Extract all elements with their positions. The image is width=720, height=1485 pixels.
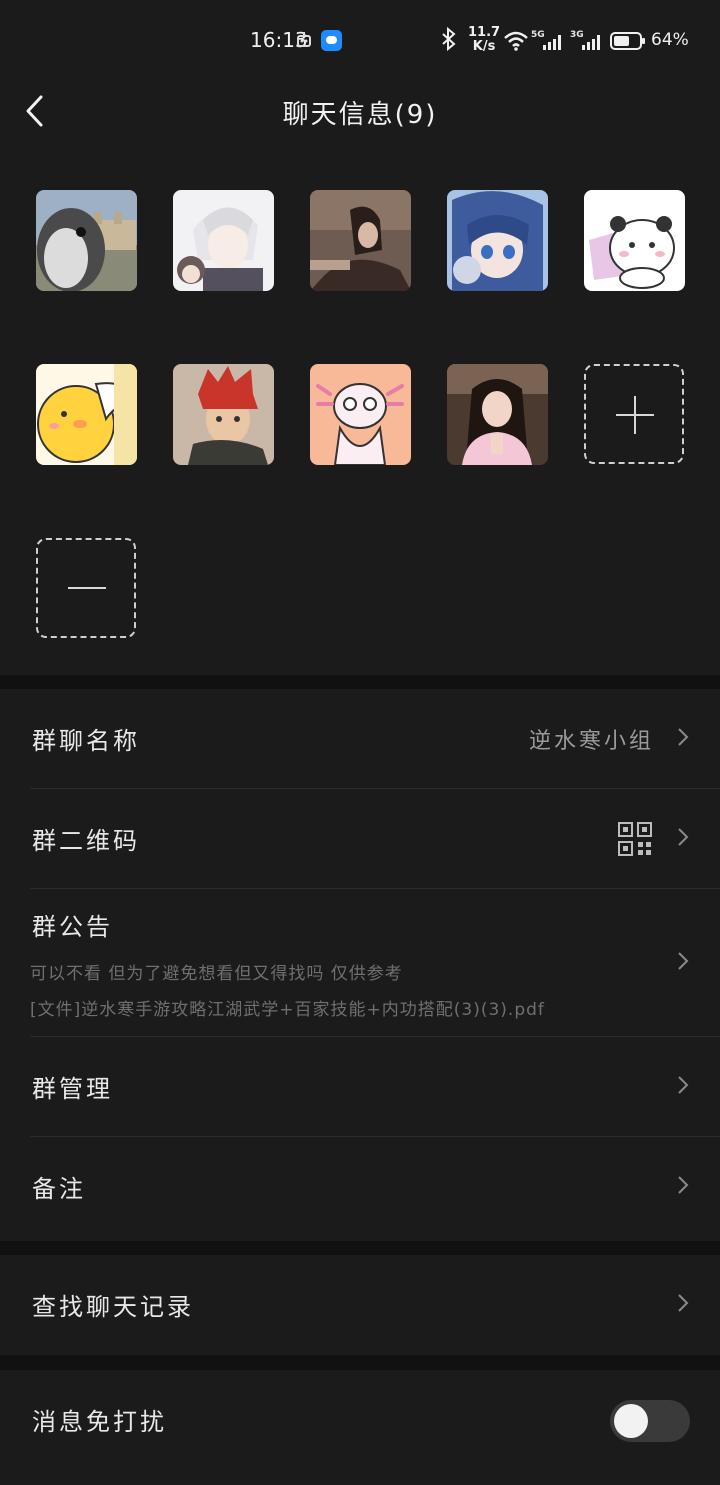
mute-label: 消息免打扰 xyxy=(32,1408,167,1436)
chevron-right-icon xyxy=(678,952,689,970)
member-item[interactable] xyxy=(310,190,412,319)
member-name xyxy=(36,297,137,319)
member-item[interactable] xyxy=(310,364,412,493)
redhair-boy-avatar xyxy=(173,364,274,465)
member-name xyxy=(173,471,274,493)
penguin-avatar xyxy=(36,190,137,291)
member-item[interactable] xyxy=(447,190,549,319)
member-name xyxy=(584,297,685,319)
girl-photo-avatar xyxy=(447,364,548,465)
status-bar: 16:13 11.7 K/s 5G 3G 64% xyxy=(0,0,720,80)
mute-group: 消息免打扰 xyxy=(0,1370,720,1485)
member-name xyxy=(447,297,548,319)
wifi-icon xyxy=(503,30,529,56)
battery-fill xyxy=(614,36,629,46)
network-speed: 11.7 K/s xyxy=(468,26,500,54)
member-item[interactable] xyxy=(447,364,549,493)
chevron-right-icon xyxy=(678,728,689,746)
group-notice-label: 群公告 xyxy=(32,913,113,941)
group-manage-label: 群管理 xyxy=(32,1075,113,1103)
member-name xyxy=(310,471,411,493)
chevron-right-icon xyxy=(678,828,689,846)
panda-avatar xyxy=(584,190,685,291)
bluetooth-icon xyxy=(441,26,457,57)
search-history-row[interactable]: 查找聊天记录 xyxy=(0,1255,720,1355)
robot-notification-icon xyxy=(296,31,314,49)
notice-line-2: [文件]逆水寒手游攻略江湖武学+百家技能+内功搭配(3)(3).pdf xyxy=(30,1000,545,1020)
group-notice-row[interactable]: 群公告 可以不看 但为了避免想看但又得找吗 仅供参考 [文件]逆水寒手游攻略江湖… xyxy=(0,889,720,1037)
anime-girl-avatar xyxy=(447,190,548,291)
axolotl-avatar xyxy=(310,364,411,465)
mute-row: 消息免打扰 xyxy=(0,1370,720,1470)
group-manage-row[interactable]: 群管理 xyxy=(0,1037,720,1137)
page-title: 聊天信息(9) xyxy=(282,100,438,130)
remark-label: 备注 xyxy=(32,1175,86,1203)
battery-percent: 64% xyxy=(651,30,689,50)
group-name-label: 群聊名称 xyxy=(32,727,140,755)
battery-icon xyxy=(610,32,645,50)
app-notification-icon xyxy=(321,30,342,51)
add-member-button[interactable] xyxy=(584,364,684,464)
remove-member-button[interactable] xyxy=(36,538,136,638)
chevron-right-icon xyxy=(678,1294,689,1312)
member-name xyxy=(447,471,548,493)
photo-avatar xyxy=(310,190,411,291)
qr-code-icon xyxy=(618,822,652,856)
search-history-label: 查找聊天记录 xyxy=(32,1293,194,1321)
qr-code-row[interactable]: 群二维码 xyxy=(0,789,720,889)
mute-toggle[interactable] xyxy=(610,1400,690,1442)
group-settings: 群聊名称 逆水寒小组 群二维码 群公告 可以不看 但为了避免想看但又得找吗 仅供… xyxy=(0,689,720,1241)
member-name xyxy=(36,471,137,493)
toggle-knob xyxy=(614,1404,648,1438)
group-name-row[interactable]: 群聊名称 逆水寒小组 xyxy=(0,689,720,789)
member-name xyxy=(310,297,411,319)
duck-avatar xyxy=(36,364,137,465)
header: 聊天信息(9) xyxy=(0,80,720,154)
qr-code-label: 群二维码 xyxy=(32,827,140,855)
chevron-right-icon xyxy=(678,1176,689,1194)
group-name-value: 逆水寒小组 xyxy=(528,729,654,754)
member-item[interactable] xyxy=(173,364,275,493)
remark-row[interactable]: 备注 xyxy=(0,1137,720,1237)
speed-value: 11.7 xyxy=(468,25,501,40)
member-item[interactable] xyxy=(36,190,138,319)
member-item[interactable] xyxy=(173,190,275,319)
member-item[interactable] xyxy=(584,190,686,319)
member-item[interactable] xyxy=(36,364,138,493)
search-group: 查找聊天记录 xyxy=(0,1255,720,1355)
chevron-right-icon xyxy=(678,1076,689,1094)
speed-unit: K/s xyxy=(472,39,496,54)
notice-line-1: 可以不看 但为了避免想看但又得找吗 仅供参考 xyxy=(30,964,403,984)
member-name xyxy=(173,297,274,319)
anime-boy-avatar xyxy=(173,190,274,291)
member-grid xyxy=(0,154,720,675)
